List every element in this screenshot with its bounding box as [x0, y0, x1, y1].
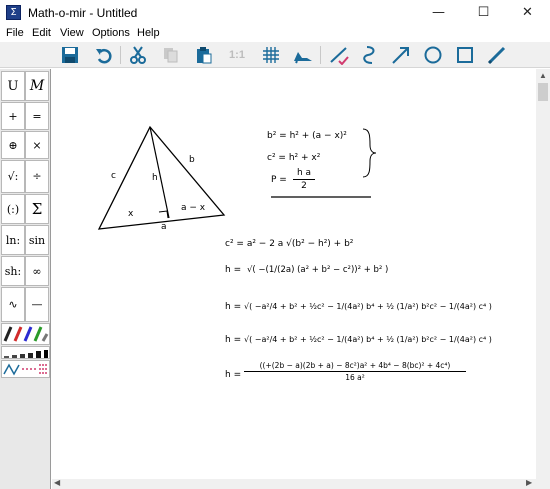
line-5-denominator: 16 a²	[345, 373, 365, 382]
label-a: a	[161, 222, 167, 232]
line-style-icon	[3, 363, 47, 376]
curve-icon[interactable]	[358, 44, 380, 66]
toolbar-separator	[120, 46, 121, 64]
label-c: c	[111, 171, 116, 181]
rectangle-icon[interactable]	[454, 44, 476, 66]
copy-icon[interactable]	[160, 44, 182, 66]
minimize-button[interactable]: —	[416, 0, 461, 25]
menu-file[interactable]: File	[6, 27, 24, 39]
symbol-ln[interactable]: ln:	[1, 225, 25, 255]
menu-help[interactable]: Help	[137, 27, 160, 39]
symbol-sqrt[interactable]: √:	[1, 160, 25, 193]
area-denominator: 2	[301, 181, 307, 191]
equation-b-squared[interactable]: b² = h² + (a − x)²	[267, 131, 347, 141]
application-window: Σ Math-o-mir - Untitled — ☐ ✕ File Edit …	[0, 0, 550, 489]
derivation-line-3-body[interactable]: √( −a²/4 + b² + ½c² − 1/(4a²) b⁴ + ½ (1/…	[244, 302, 492, 311]
symbol-infinity[interactable]: ∞	[25, 256, 49, 286]
symbol-sum[interactable]: Σ	[25, 194, 49, 224]
triangle-shape	[97, 125, 226, 230]
symbol-fraction[interactable]: ÷	[25, 160, 49, 193]
symbol-parentheses[interactable]: (:)	[1, 194, 25, 224]
derivation-line-2-body[interactable]: √( −(1/(2a) (a² + b² − c²))² + b² )	[247, 265, 388, 275]
save-icon[interactable]	[59, 44, 81, 66]
undo-icon[interactable]	[93, 44, 115, 66]
title-bar: Σ Math-o-mir - Untitled — ☐ ✕	[0, 0, 550, 25]
label-a-minus-x: a − x	[181, 203, 206, 213]
window-title: Math-o-mir - Untitled	[28, 6, 138, 20]
area-numerator: h a	[296, 168, 312, 178]
line-style-selector[interactable]	[1, 360, 50, 378]
pen-icon[interactable]	[486, 44, 508, 66]
circle-icon[interactable]	[422, 44, 444, 66]
pen-color-palette[interactable]	[1, 323, 50, 345]
derivation-line-1[interactable]: c² = a² − 2 a √(b² − h²) + b²	[225, 239, 353, 249]
scrollbar-corner	[536, 479, 550, 489]
vertical-scrollbar[interactable]: ▲	[536, 69, 550, 479]
menu-edit[interactable]: Edit	[32, 27, 51, 39]
symbol-curve[interactable]: ∿	[1, 287, 25, 322]
system-brace	[362, 128, 377, 178]
symbol-palette: U M + = ⊕ × √: ÷ (:) Σ ln: sin sh: ∞ ∿ —	[0, 69, 51, 489]
pen-width-icon	[4, 350, 48, 358]
derivation-line-5-lhs: h =	[225, 370, 242, 380]
menu-options[interactable]: Options	[92, 27, 130, 39]
grid-icon[interactable]	[260, 44, 282, 66]
zoom-button[interactable]: 1:1	[226, 44, 248, 66]
close-button[interactable]: ✕	[505, 0, 550, 25]
equation-area-fraction[interactable]: h a 2	[293, 168, 315, 191]
label-h: h	[152, 173, 158, 183]
symbol-times[interactable]: ×	[25, 131, 49, 159]
label-b: b	[189, 155, 195, 165]
cut-icon[interactable]	[127, 44, 149, 66]
right-angle-marker	[158, 210, 169, 219]
symbol-plus[interactable]: +	[1, 102, 25, 130]
menu-view[interactable]: View	[60, 27, 84, 39]
derivation-line-3-lhs: h =	[225, 302, 242, 312]
horizontal-scrollbar[interactable]: ◀ ▶	[52, 478, 536, 489]
symbol-sin[interactable]: sin	[25, 225, 49, 255]
scroll-up-icon[interactable]: ▲	[539, 71, 547, 80]
shoe-icon[interactable]	[292, 44, 314, 66]
derivation-line-5-fraction[interactable]: ((+(2b − a)(2b + a) − 8c²)a² + 4b⁴ − 8(b…	[244, 361, 466, 382]
menu-bar: File Edit View Options Help	[0, 25, 550, 42]
derivation-line-2-lhs: h =	[225, 265, 242, 275]
arrow-icon[interactable]	[390, 44, 412, 66]
symbol-line[interactable]: —	[25, 287, 49, 322]
equation-area-lhs[interactable]: P =	[271, 175, 287, 185]
pen-colors-icon	[3, 326, 49, 342]
app-icon: Σ	[6, 5, 21, 20]
equation-c-squared[interactable]: c² = h² + x²	[267, 153, 320, 163]
vertical-scroll-thumb[interactable]	[538, 83, 548, 101]
symbol-equals[interactable]: =	[25, 102, 49, 130]
line-checkmark-icon[interactable]	[328, 44, 350, 66]
pen-width-selector[interactable]	[1, 346, 50, 359]
scroll-right-icon[interactable]: ▶	[526, 478, 532, 487]
symbol-sh[interactable]: sh:	[1, 256, 25, 286]
derivation-line-4-body[interactable]: √( −a²/4 + b² + ½c² − 1/(4a²) b⁴ + ½ (1/…	[244, 335, 492, 344]
toolbar: 1:1	[0, 42, 550, 68]
fraction-bar	[293, 179, 315, 180]
derivation-line-4-lhs: h =	[225, 335, 242, 345]
symbol-oplus[interactable]: ⊕	[1, 131, 25, 159]
toolbar-separator	[320, 46, 321, 64]
line-5-fraction-bar	[244, 371, 466, 372]
maximize-button[interactable]: ☐	[461, 0, 506, 25]
label-x: x	[128, 209, 134, 219]
symbol-math-mode[interactable]: M	[25, 71, 49, 101]
document-canvas[interactable]: c h b x a − x a b² = h² + (a − x)² c² = …	[52, 69, 536, 479]
symbol-text-mode[interactable]: U	[1, 71, 25, 101]
paste-icon[interactable]	[193, 44, 215, 66]
scroll-left-icon[interactable]: ◀	[54, 478, 60, 487]
line-5-numerator: ((+(2b − a)(2b + a) − 8c²)a² + 4b⁴ − 8(b…	[259, 361, 451, 370]
